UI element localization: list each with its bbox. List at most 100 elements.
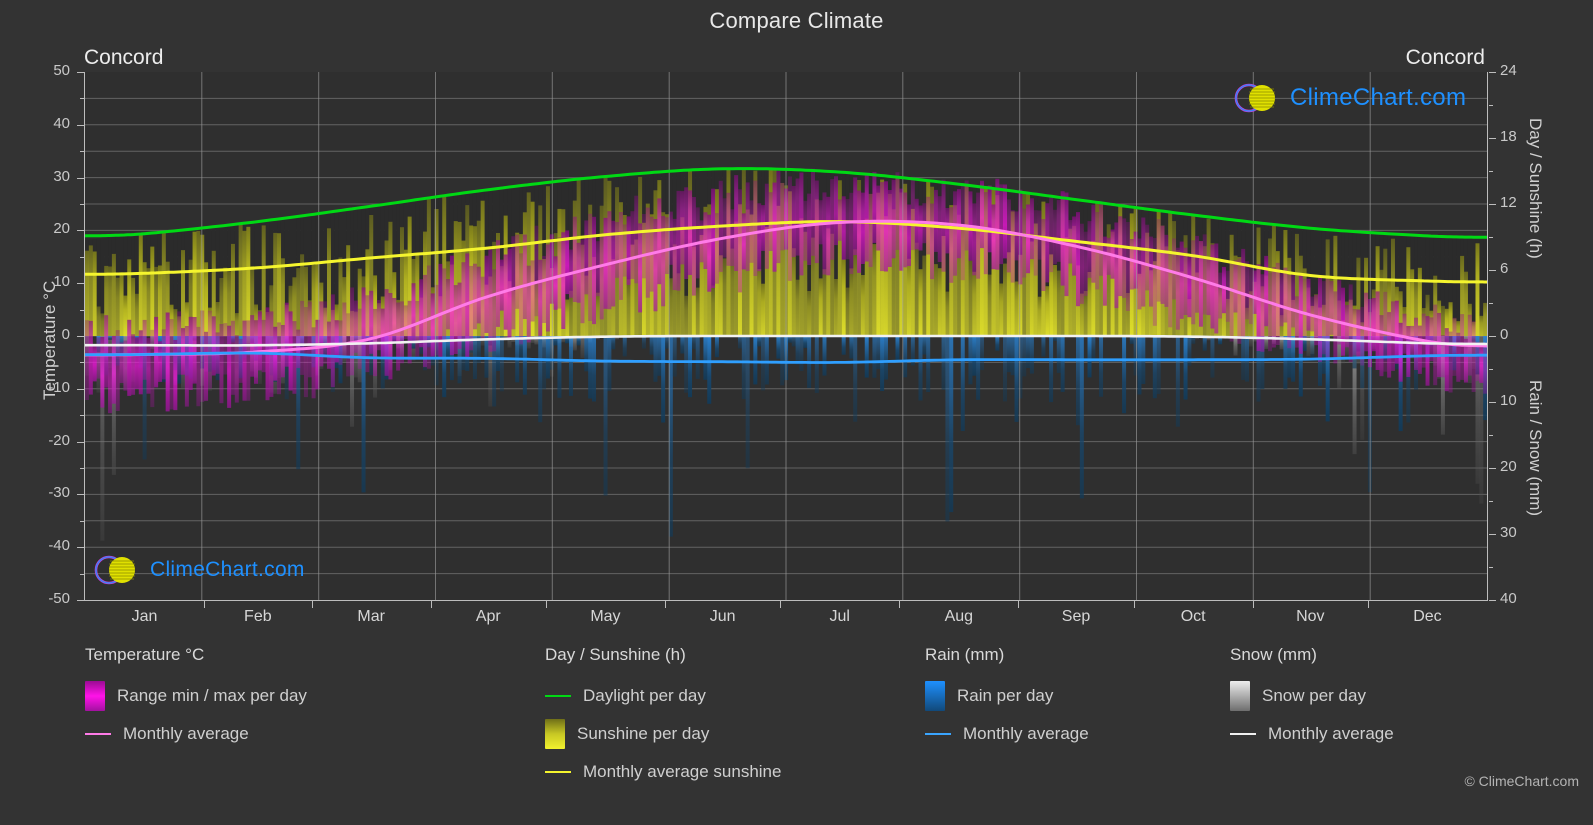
legend-item[interactable]: Snow per day bbox=[1230, 677, 1394, 715]
x-axis-tick-label: Nov bbox=[1296, 608, 1325, 625]
y-axis-right-top-tick bbox=[1489, 336, 1496, 337]
x-axis-tick-label: Mar bbox=[357, 608, 385, 625]
y-axis-left-tick bbox=[77, 494, 84, 496]
y-axis-left-tick-label: 30 bbox=[53, 167, 70, 185]
temperature-average-dash bbox=[85, 733, 111, 735]
y-axis-right-top-minor-tick bbox=[1489, 303, 1493, 304]
y-axis-right-bottom-tick bbox=[1489, 468, 1496, 469]
y-axis-right-top-tick-label: 24 bbox=[1500, 62, 1517, 79]
x-axis-tick-label: Sep bbox=[1061, 608, 1091, 625]
x-axis-tick-label: Aug bbox=[944, 608, 974, 625]
legend-item-label: Monthly average bbox=[1268, 724, 1394, 743]
watermark-text: ClimeChart.com bbox=[1290, 84, 1467, 111]
y-axis-right-bottom-minor-tick bbox=[1489, 369, 1493, 370]
y-axis-right-line bbox=[1487, 72, 1488, 601]
watermark-bottom: ClimeChart.com bbox=[92, 552, 305, 588]
legend-item[interactable]: Monthly average sunshine bbox=[545, 753, 781, 791]
y-axis-left-minor-tick bbox=[80, 468, 84, 469]
y-axis-left-tick-label: -40 bbox=[48, 537, 70, 555]
y-axis-left-tick-label: 40 bbox=[53, 114, 70, 132]
y-axis-left-tick bbox=[77, 600, 84, 601]
y-axis-left-tick-label: -20 bbox=[48, 431, 70, 449]
y-axis-right-bottom-title: Rain / Snow (mm) bbox=[1526, 380, 1545, 517]
y-axis-right-bottom-tick bbox=[1489, 600, 1496, 601]
climechart-logo-icon bbox=[94, 555, 135, 585]
legend-item[interactable]: Sunshine per day bbox=[545, 715, 781, 753]
legend-group-title: Snow (mm) bbox=[1230, 645, 1317, 664]
y-axis-left-tick bbox=[77, 547, 84, 549]
y-axis-right-bottom-tick bbox=[1489, 402, 1496, 403]
x-axis-tick bbox=[545, 601, 547, 608]
y-axis-right-top-tick bbox=[1489, 72, 1496, 73]
x-axis-tick bbox=[780, 601, 782, 608]
y-axis-right-top-tick bbox=[1489, 204, 1496, 205]
legend-item-label: Rain per day bbox=[957, 686, 1054, 705]
y-axis-right-top-tick bbox=[1489, 138, 1496, 139]
x-axis-tick-label: Dec bbox=[1413, 608, 1442, 625]
page-title: Compare Climate bbox=[709, 8, 884, 33]
x-axis-tick bbox=[204, 601, 206, 608]
y-axis-left-tick-label: -50 bbox=[48, 590, 70, 607]
legend-item-label: Snow per day bbox=[1262, 686, 1366, 705]
y-axis-left-minor-tick bbox=[80, 520, 84, 522]
snow-swatch bbox=[1230, 681, 1250, 711]
y-axis-right-top-tick-label: 0 bbox=[1500, 326, 1509, 343]
legend-item-label: Range min / max per day bbox=[117, 686, 307, 705]
daylight-dash bbox=[545, 695, 571, 697]
legend-group-title: Rain (mm) bbox=[925, 645, 1005, 664]
x-axis-tick-label: Apr bbox=[475, 608, 501, 625]
sunshine-swatch bbox=[545, 719, 565, 749]
y-axis-left-line bbox=[84, 72, 85, 601]
legend-item[interactable]: Daylight per day bbox=[545, 677, 781, 715]
copyright-text: © ClimeChart.com bbox=[1464, 773, 1579, 789]
legend-item[interactable]: Monthly average bbox=[925, 715, 1089, 753]
legend-item[interactable]: Monthly average bbox=[1230, 715, 1394, 753]
y-axis-left-minor-tick bbox=[80, 204, 84, 205]
y-axis-left-minor-tick bbox=[80, 256, 84, 258]
y-axis-left-tick bbox=[77, 388, 84, 390]
y-axis-left-tick-label: 50 bbox=[53, 62, 70, 79]
x-axis-tick-label: Jul bbox=[829, 608, 850, 625]
legend-group-title: Temperature °C bbox=[85, 645, 205, 664]
temperature-range-swatch bbox=[85, 681, 105, 711]
x-axis-tick bbox=[665, 601, 666, 608]
climate-chart-page: Compare Climate Concord Concord ClimeCha… bbox=[0, 0, 1593, 825]
y-axis-right-bottom-minor-tick bbox=[1489, 567, 1493, 568]
x-axis-line bbox=[84, 600, 1488, 601]
y-axis-left-tick bbox=[77, 441, 84, 443]
y-axis-left-minor-tick bbox=[80, 309, 84, 311]
y-axis-left-tick bbox=[77, 72, 84, 73]
y-axis-left-minor-tick bbox=[80, 573, 84, 575]
x-axis-tick bbox=[1252, 601, 1254, 608]
legend-item[interactable]: Rain per day bbox=[925, 677, 1089, 715]
legend-group-rain: Rain (mm) Rain per day Monthly average bbox=[925, 645, 1089, 753]
city-label-left: Concord bbox=[84, 46, 164, 69]
x-axis-tick bbox=[1133, 601, 1135, 608]
snow-average-dash bbox=[1230, 733, 1256, 735]
y-axis-right-top-tick bbox=[1489, 270, 1496, 271]
y-axis-left-minor-tick bbox=[80, 151, 84, 153]
y-axis-left-tick-label: -30 bbox=[48, 484, 70, 502]
city-label-right: Concord bbox=[1405, 46, 1485, 69]
watermark-top: ClimeChart.com bbox=[1232, 80, 1466, 116]
rain-swatch bbox=[925, 681, 945, 711]
sunshine-average-dash bbox=[545, 771, 571, 773]
y-axis-left-tick bbox=[77, 336, 84, 337]
y-axis-left-minor-tick bbox=[80, 362, 84, 364]
climate-plot-area: ClimeChart.com ClimeChart.com bbox=[85, 72, 1487, 600]
y-axis-right-bottom-tick-label: 40 bbox=[1500, 590, 1517, 607]
legend-item[interactable]: Monthly average bbox=[85, 715, 307, 753]
x-axis-tick-label: Jan bbox=[131, 608, 158, 625]
y-axis-right-bottom-tick-label: 30 bbox=[1500, 524, 1517, 541]
y-axis-right-top-minor-tick bbox=[1489, 171, 1493, 172]
x-axis-tick-label: May bbox=[590, 608, 621, 625]
legend-item-label: Sunshine per day bbox=[577, 724, 710, 743]
y-axis-right-top-minor-tick bbox=[1489, 237, 1493, 238]
x-axis-tick bbox=[1018, 601, 1020, 608]
y-axis-left-tick bbox=[77, 124, 84, 126]
x-axis-tick-label: Jun bbox=[709, 608, 736, 625]
legend-item-label: Monthly average bbox=[123, 724, 249, 743]
y-axis-left-tick bbox=[77, 177, 84, 179]
y-axis-right-top-title: Day / Sunshine (h) bbox=[1526, 118, 1545, 259]
legend-item[interactable]: Range min / max per day bbox=[85, 677, 307, 715]
